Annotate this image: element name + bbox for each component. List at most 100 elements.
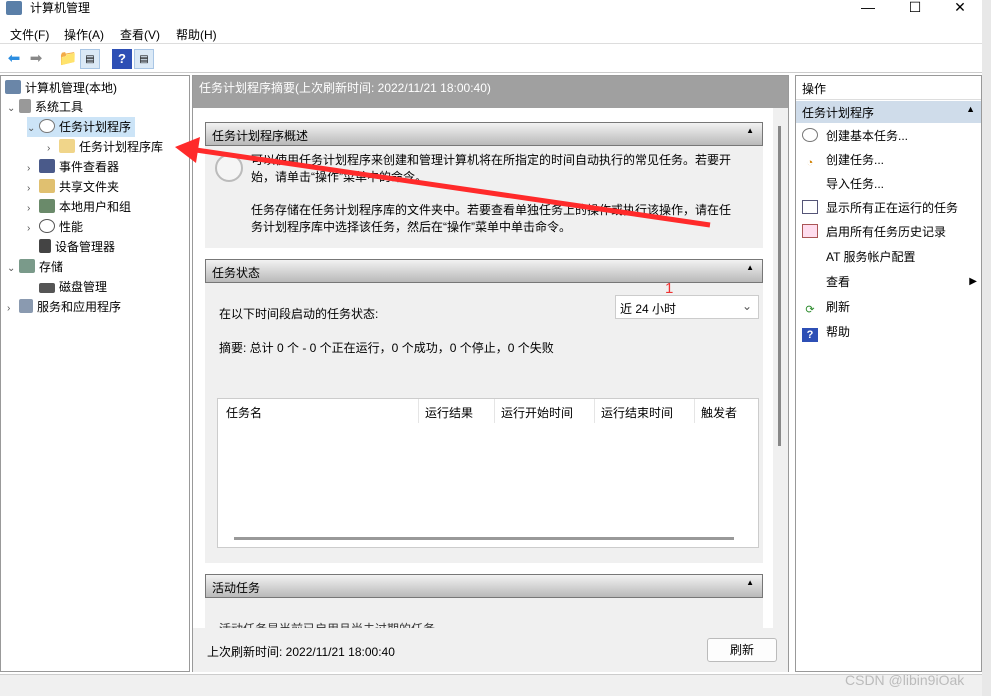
tree-label: 任务计划程序库 [79,140,164,154]
summary-pane: 任务计划程序摘要(上次刷新时间: 2022/11/21 18:00:40) 任务… [192,75,789,672]
collapse-icon[interactable]: ▲ [746,126,754,135]
help-icon: ? [802,328,818,342]
tools-icon [19,99,31,113]
tree-label: 任务计划程序 [59,120,132,134]
tree-item-task-scheduler[interactable]: ⌄ 任务计划程序 [27,117,136,139]
back-icon[interactable]: ⬅ [4,49,24,69]
actions-group-task-scheduler[interactable]: 任务计划程序 ▲ [796,101,981,123]
action-label: 启用所有任务历史记录 [826,225,947,239]
maximize-button[interactable]: ☐ [892,0,938,18]
chevron-right-icon[interactable]: › [27,159,39,179]
section-title: 任务计划程序概述 [212,129,309,143]
collapse-icon[interactable]: ▲ [746,263,754,272]
section-title: 任务状态 [212,266,261,280]
chevron-right-icon[interactable]: › [27,199,39,219]
task-status-table: 任务名 运行结果 运行开始时间 运行结束时间 触发者 [217,398,759,548]
tree-item-system-tools[interactable]: ⌄ 系统工具 [7,97,83,117]
chevron-right-icon[interactable]: › [27,179,39,199]
actions-title: 操作 [796,76,981,100]
clock-icon [215,154,243,182]
chevron-right-icon[interactable]: › [7,299,19,319]
tree-label: 计算机管理(本地) [25,81,117,95]
shared-folder-icon [39,179,55,193]
show-hide-tree-icon[interactable]: ▤ [80,49,100,69]
tree-item-performance[interactable]: › 性能 [27,217,83,237]
action-show-running-tasks[interactable]: 显示所有正在运行的任务 [802,197,958,219]
tree-item-local-users-groups[interactable]: › 本地用户和组 [27,197,131,217]
action-label: 创建基本任务... [826,129,909,143]
action-view[interactable]: 查看 ▶ [802,271,977,293]
group-label: 任务计划程序 [802,106,875,120]
scrollbar-thumb[interactable] [778,126,781,446]
collapse-icon[interactable]: ▲ [746,578,754,587]
horizontal-scrollbar[interactable] [234,537,734,540]
menu-view[interactable]: 查看(V) [120,26,160,43]
column-task-name[interactable]: 任务名 [226,404,262,421]
action-at-service-account[interactable]: AT 服务帐户配置 [802,246,916,268]
task-status-section-header[interactable]: 任务状态 ▲ [205,259,763,283]
action-refresh[interactable]: ⟳ 刷新 [802,296,850,318]
active-tasks-section-header[interactable]: 活动任务 ▲ [205,574,763,598]
chevron-down-icon[interactable]: ⌄ [7,259,19,279]
disk-icon [39,283,55,293]
summary-content: 任务计划程序概述 ▲ 可以使用任务计划程序来创建和管理计算机将在所指定的时间自动执… [193,108,773,628]
chevron-down-icon[interactable]: ⌄ [27,119,39,139]
refresh-icon: ⟳ [805,304,815,316]
forward-icon[interactable]: ➡ [26,49,46,69]
action-label: 创建任务... [826,153,885,167]
chevron-right-icon[interactable]: › [47,139,59,159]
minimize-button[interactable]: — [845,0,891,18]
column-run-start[interactable]: 运行开始时间 [494,399,579,423]
period-value: 近 24 小时 [620,302,677,316]
show-hide-action-pane-icon[interactable]: ▤ [134,49,154,69]
action-create-basic-task[interactable]: 创建基本任务... [802,125,908,147]
column-run-end[interactable]: 运行结束时间 [594,399,679,423]
period-select[interactable]: 近 24 小时 ⌄ [615,295,759,319]
users-icon [39,199,55,213]
tree-item-computer-management[interactable]: 计算机管理(本地) [5,78,117,98]
overview-section-body: 可以使用任务计划程序来创建和管理计算机将在所指定的时间自动执行的常见任务。若要开… [205,146,763,248]
blank-icon [802,274,818,288]
vertical-scrollbar[interactable] [773,120,787,450]
device-manager-icon [39,239,51,253]
chevron-down-icon: ⌄ [741,299,752,313]
tree-item-services-apps[interactable]: › 服务和应用程序 [7,297,121,317]
tree-label: 存储 [39,260,64,274]
chevron-down-icon[interactable]: ⌄ [7,99,19,119]
overview-section-header[interactable]: 任务计划程序概述 ▲ [205,122,763,146]
create-task-icon: ◔ [806,157,814,169]
menu-help[interactable]: 帮助(H) [176,26,217,43]
tree-item-task-scheduler-library[interactable]: › 任务计划程序库 [47,137,163,157]
collapse-icon[interactable]: ▲ [966,104,975,114]
tree-item-storage[interactable]: ⌄ 存储 [7,257,63,277]
menu-file[interactable]: 文件(F) [10,26,49,43]
chevron-right-icon[interactable]: › [27,219,39,239]
tree-item-device-manager[interactable]: 设备管理器 [39,237,115,257]
event-viewer-icon [39,159,55,173]
action-import-task[interactable]: 导入任务... [802,173,884,195]
action-label: 显示所有正在运行的任务 [826,201,959,215]
window-title: 计算机管理 [30,1,91,15]
tree-label: 磁盘管理 [59,280,108,294]
close-button[interactable]: ✕ [937,0,983,18]
tree-item-disk-management[interactable]: 磁盘管理 [39,277,107,297]
help-icon[interactable]: ? [112,49,132,69]
tree-item-shared-folders[interactable]: › 共享文件夹 [27,177,119,197]
column-run-result[interactable]: 运行结果 [418,399,479,423]
action-enable-history[interactable]: 启用所有任务历史记录 [802,221,946,243]
menu-bar: 文件(F) 操作(A) 查看(V) 帮助(H) [0,22,982,44]
menu-action[interactable]: 操作(A) [64,26,104,43]
blank-icon [802,176,818,190]
up-folder-icon[interactable]: 📁 [58,49,78,69]
task-status-section-body: 在以下时间段启动的任务状态: 近 24 小时 ⌄ 摘要: 总计 0 个 - 0 个… [205,283,763,563]
action-create-task[interactable]: ◔ 创建任务... [802,149,884,171]
computer-icon [5,80,21,94]
column-trigger[interactable]: 触发者 [694,399,743,423]
folder-clock-icon [59,139,75,153]
action-help[interactable]: ? 帮助 [802,321,850,343]
tree-item-event-viewer[interactable]: › 事件查看器 [27,157,119,177]
action-label: AT 服务帐户配置 [826,250,916,264]
refresh-button[interactable]: 刷新 [707,638,777,662]
last-refresh-text: 上次刷新时间: 2022/11/21 18:00:40 [207,645,395,659]
tree-label: 性能 [59,220,84,234]
